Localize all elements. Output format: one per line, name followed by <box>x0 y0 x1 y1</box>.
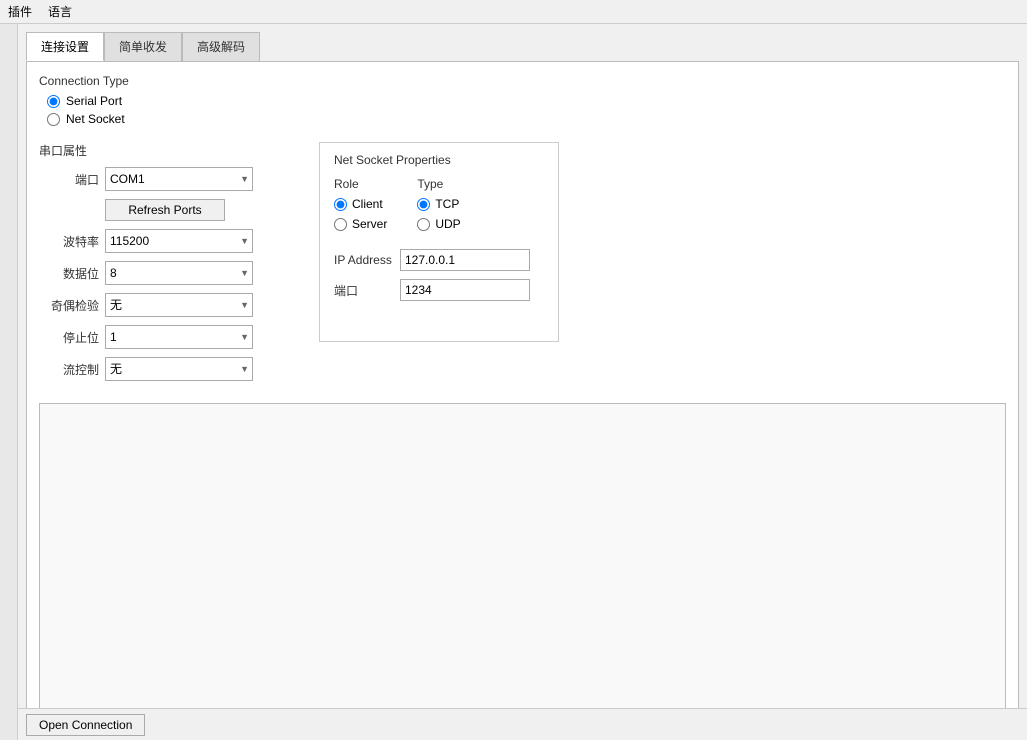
baud-row: 波特率 115200 <box>39 229 299 253</box>
net-columns: Role Client Server Type <box>334 177 544 237</box>
ip-address-input[interactable] <box>400 249 530 271</box>
sidebar <box>0 24 18 740</box>
flow-control-row: 流控制 无 <box>39 357 299 381</box>
port-row: 端口 COM1 <box>39 167 299 191</box>
menu-bar: 插件 语言 <box>0 0 1027 24</box>
type-udp[interactable]: UDP <box>417 217 460 231</box>
port-select-wrapper: COM1 <box>105 167 253 191</box>
radio-net-socket[interactable]: Net Socket <box>47 112 1006 126</box>
stop-bits-select-wrapper: 1 <box>105 325 253 349</box>
type-tcp-label: TCP <box>435 197 459 211</box>
open-connection-button[interactable]: Open Connection <box>26 714 145 736</box>
menu-language[interactable]: 语言 <box>48 3 72 20</box>
menu-plugin[interactable]: 插件 <box>8 3 32 20</box>
connection-type-radios: Serial Port Net Socket <box>47 94 1006 126</box>
role-column: Role Client Server <box>334 177 387 237</box>
type-udp-input[interactable] <box>417 218 430 231</box>
baud-select[interactable]: 115200 <box>105 229 253 253</box>
role-client-label: Client <box>352 197 383 211</box>
radio-serial-port-input[interactable] <box>47 95 60 108</box>
serial-section-title: 串口属性 <box>39 142 299 159</box>
data-bits-label: 数据位 <box>39 265 99 282</box>
flow-control-label: 流控制 <box>39 361 99 378</box>
type-label: Type <box>417 177 460 191</box>
refresh-btn-row: Refresh Ports <box>39 199 299 221</box>
role-server-input[interactable] <box>334 218 347 231</box>
tab-simple-send-receive[interactable]: 简单收发 <box>104 32 182 61</box>
radio-net-socket-label: Net Socket <box>66 112 125 126</box>
ip-address-row: IP Address <box>334 249 544 271</box>
content-row: 串口属性 端口 COM1 Refresh Ports 波特率 <box>39 142 1006 389</box>
radio-net-socket-input[interactable] <box>47 113 60 126</box>
net-port-input[interactable] <box>400 279 530 301</box>
ip-address-label: IP Address <box>334 253 394 267</box>
net-port-label: 端口 <box>334 282 394 299</box>
stop-bits-label: 停止位 <box>39 329 99 346</box>
tab-bar: 连接设置 简单收发 高级解码 <box>26 32 1019 61</box>
connection-type-group: Connection Type Serial Port Net Socket <box>39 74 1006 126</box>
refresh-ports-button[interactable]: Refresh Ports <box>105 199 225 221</box>
data-bits-row: 数据位 8 <box>39 261 299 285</box>
baud-select-wrapper: 115200 <box>105 229 253 253</box>
flow-control-select-wrapper: 无 <box>105 357 253 381</box>
radio-serial-port[interactable]: Serial Port <box>47 94 1006 108</box>
net-socket-section: Net Socket Properties Role Client Server <box>319 142 559 342</box>
role-client-input[interactable] <box>334 198 347 211</box>
type-tcp-input[interactable] <box>417 198 430 211</box>
tab-advanced-decode[interactable]: 高级解码 <box>182 32 260 61</box>
parity-select[interactable]: 无 <box>105 293 253 317</box>
parity-select-wrapper: 无 <box>105 293 253 317</box>
net-port-row: 端口 <box>334 279 544 301</box>
net-socket-title: Net Socket Properties <box>334 153 544 167</box>
type-tcp[interactable]: TCP <box>417 197 460 211</box>
role-server[interactable]: Server <box>334 217 387 231</box>
stop-bits-select[interactable]: 1 <box>105 325 253 349</box>
connection-type-label: Connection Type <box>39 74 1006 88</box>
radio-serial-port-label: Serial Port <box>66 94 122 108</box>
main-content: 连接设置 简单收发 高级解码 Connection Type Serial Po… <box>18 24 1027 740</box>
role-label: Role <box>334 177 387 191</box>
serial-section: 串口属性 端口 COM1 Refresh Ports 波特率 <box>39 142 299 389</box>
flow-control-select[interactable]: 无 <box>105 357 253 381</box>
data-bits-select-wrapper: 8 <box>105 261 253 285</box>
main-panel: Connection Type Serial Port Net Socket 串… <box>26 61 1019 732</box>
role-server-label: Server <box>352 217 387 231</box>
role-client[interactable]: Client <box>334 197 387 211</box>
data-bits-select[interactable]: 8 <box>105 261 253 285</box>
type-column: Type TCP UDP <box>417 177 460 237</box>
tab-connection-settings[interactable]: 连接设置 <box>26 32 104 61</box>
bottom-bar: Open Connection <box>18 708 1027 740</box>
baud-label: 波特率 <box>39 233 99 250</box>
parity-row: 奇偶检验 无 <box>39 293 299 317</box>
port-select[interactable]: COM1 <box>105 167 253 191</box>
text-area-section <box>39 403 1006 719</box>
parity-label: 奇偶检验 <box>39 297 99 314</box>
port-label: 端口 <box>39 171 99 188</box>
type-udp-label: UDP <box>435 217 460 231</box>
stop-bits-row: 停止位 1 <box>39 325 299 349</box>
